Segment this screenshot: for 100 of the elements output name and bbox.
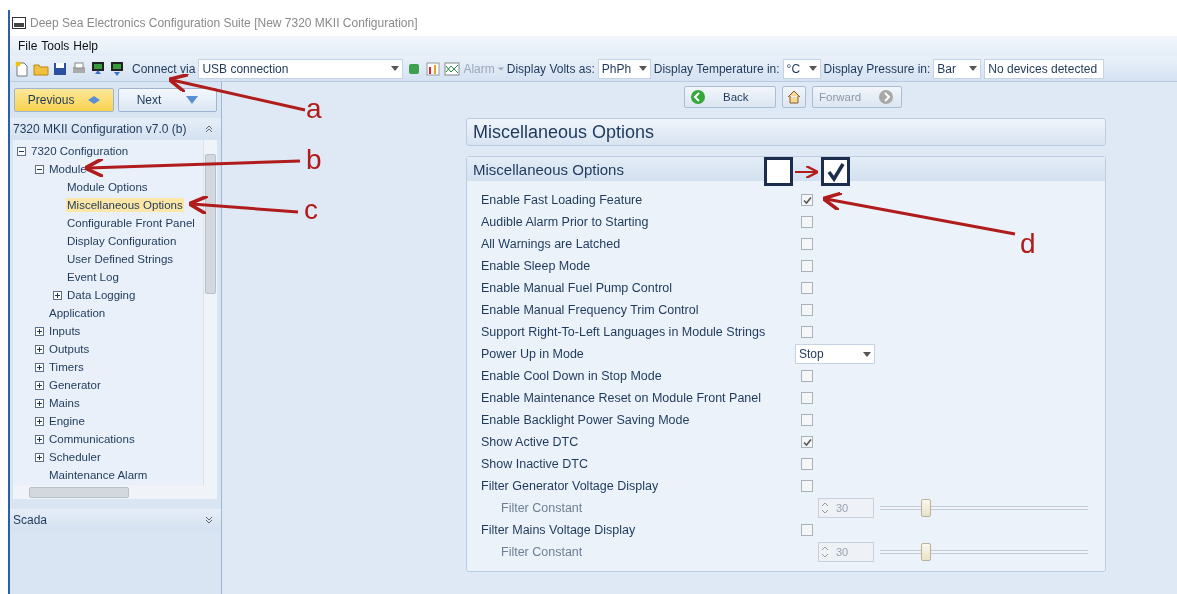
previous-button[interactable]: Previous (14, 88, 114, 112)
tree-item[interactable]: Timers (48, 360, 85, 374)
tree-item[interactable]: Application (48, 306, 107, 320)
expand-icon[interactable] (35, 434, 44, 444)
tree-item[interactable]: Communications (48, 432, 136, 446)
back-button[interactable]: Back (684, 86, 776, 108)
volts-label: Display Volts as: (506, 61, 595, 76)
upload-device-icon[interactable] (90, 60, 106, 77)
pressure-select[interactable]: Bar (933, 58, 982, 79)
caret-icon (497, 65, 504, 72)
checkbox[interactable] (801, 524, 813, 536)
caret-icon (808, 66, 817, 71)
tree-item[interactable]: Outputs (48, 342, 91, 356)
menu-item[interactable]: Tools (41, 39, 70, 53)
checkbox[interactable] (801, 238, 813, 250)
tree-item[interactable]: 7320 Configuration (30, 144, 130, 158)
option-label: Enable Maintenance Reset on Module Front Panel (481, 391, 763, 405)
tree-item[interactable]: Engine (48, 414, 86, 428)
page-title: Miscellaneous Options (466, 118, 1106, 146)
caret-icon (969, 66, 978, 71)
option-label: Filter Constant (500, 501, 584, 515)
temperature-label: Display Temperature in: (653, 61, 780, 76)
group-title: Miscellaneous Options (467, 157, 1105, 181)
option-label: Filter Constant (500, 545, 584, 559)
option-label: Show Inactive DTC (481, 457, 589, 471)
tree-item[interactable]: Display Configuration (66, 234, 178, 248)
checkbox[interactable] (801, 436, 813, 448)
tree-item[interactable]: Maintenance Alarm (48, 468, 149, 482)
checkbox[interactable] (801, 304, 813, 316)
tree-item[interactable]: User Defined Strings (66, 252, 175, 266)
option-label: Enable Manual Fuel Pump Control (481, 281, 674, 295)
annotation-letter: c (304, 196, 318, 224)
option-label: Filter Generator Voltage Display (481, 479, 660, 493)
tree-item[interactable]: Mains (48, 396, 81, 410)
tree-item[interactable]: Inputs (48, 324, 82, 338)
horizontal-scrollbar[interactable] (13, 485, 217, 499)
expand-icon[interactable] (35, 380, 44, 390)
annotation-letter: d (1020, 230, 1036, 258)
option-label: Enable Backlight Power Saving Mode (481, 413, 691, 427)
new-file-icon[interactable] (14, 60, 30, 77)
expand-icon[interactable] (35, 398, 44, 408)
caret-icon (638, 66, 647, 71)
tree-item[interactable]: Module (48, 162, 88, 176)
volts-select[interactable]: PhPh (597, 58, 651, 79)
option-label: Enable Fast Loading Feature (481, 193, 644, 207)
checkbox[interactable] (801, 326, 813, 338)
home-icon (787, 90, 801, 104)
checkbox[interactable] (801, 216, 813, 228)
tree-item[interactable]: Scheduler (48, 450, 102, 464)
expand-icon[interactable] (35, 344, 44, 354)
next-button[interactable]: Next (117, 88, 217, 112)
tree-item[interactable]: Miscellaneous Options (66, 198, 184, 212)
line-chart-icon[interactable] (444, 60, 461, 77)
tree-item[interactable]: Event Log (66, 270, 120, 284)
option-label: Enable Cool Down in Stop Mode (481, 369, 663, 383)
diamond-arrow-icon (87, 96, 100, 104)
option-label: Enable Sleep Mode (481, 259, 592, 273)
save-icon[interactable] (52, 60, 68, 77)
checkbox[interactable] (801, 414, 813, 426)
mode-select[interactable]: Stop (795, 344, 875, 364)
checkbox[interactable] (801, 260, 813, 272)
tree-item[interactable]: Data Logging (66, 288, 137, 302)
checkbox[interactable] (801, 370, 813, 382)
option-label: Show Active DTC (481, 435, 580, 449)
option-label: Filter Mains Voltage Display (481, 523, 637, 537)
scada-header: Scada (13, 513, 48, 527)
expand-icon[interactable] (35, 362, 44, 372)
window-title: Deep Sea Electronics Configuration Suite [New 7320 MKII Configuration] (30, 16, 418, 30)
collapse-icon[interactable] (17, 146, 26, 156)
checkbox[interactable] (801, 194, 813, 206)
home-button[interactable] (782, 86, 806, 108)
expand-icon[interactable] (35, 326, 44, 336)
scrollbar[interactable] (203, 140, 217, 485)
menu-item[interactable]: File (18, 39, 38, 53)
device-status-field: No devices detected (984, 58, 1105, 79)
expand-icon[interactable] (35, 416, 44, 426)
expand-icon[interactable] (53, 290, 62, 300)
tree-item[interactable]: Configurable Front Panel (66, 216, 196, 230)
connection-select[interactable]: USB connection (198, 58, 404, 79)
caret-icon (863, 351, 871, 357)
caret-icon (391, 66, 400, 71)
option-label: Power Up in Mode (481, 347, 585, 361)
expand-icon[interactable] (35, 452, 44, 462)
menu-item[interactable]: Help (73, 39, 99, 53)
download-device-icon[interactable] (109, 60, 125, 77)
tree-item[interactable]: Module Options (66, 180, 149, 194)
tree-item[interactable]: Generator (48, 378, 102, 392)
temperature-select[interactable]: °C (782, 58, 821, 79)
option-label: Enable Manual Frequency Trim Control (481, 303, 700, 317)
sidebar-header: 7320 MKII Configuration v7.0 (b) (13, 122, 187, 136)
option-label: All Warnings are Latched (481, 237, 622, 251)
annotation-arrow (794, 164, 820, 180)
down-arrow-icon (185, 96, 198, 104)
collapse-icon[interactable] (35, 164, 44, 174)
checkbox[interactable] (801, 458, 813, 470)
checkbox[interactable] (801, 480, 813, 492)
option-label: Audible Alarm Prior to Starting (481, 215, 650, 229)
checkbox[interactable] (801, 282, 813, 294)
checkbox[interactable] (801, 392, 813, 404)
annotation-letter: b (306, 146, 322, 174)
